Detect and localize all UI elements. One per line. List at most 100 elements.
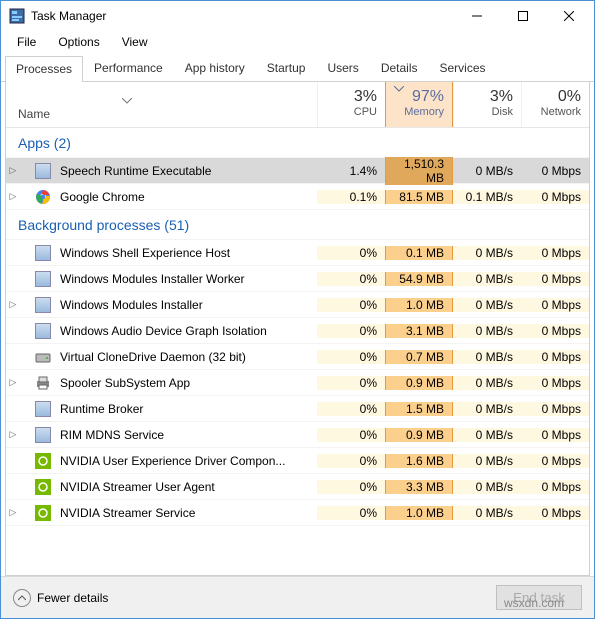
minimize-button[interactable]	[454, 1, 500, 31]
process-name: Windows Shell Experience Host	[58, 246, 317, 260]
memory-cell: 0.9 MB	[385, 428, 453, 442]
tab-app-history[interactable]: App history	[174, 55, 256, 81]
memory-cell: 3.1 MB	[385, 324, 453, 338]
cpu-cell: 0%	[317, 272, 385, 286]
cpu-cell: 0%	[317, 402, 385, 416]
disk-cell: 0 MB/s	[453, 428, 521, 442]
group-title: Background processes (51)	[6, 217, 317, 233]
expand-toggle[interactable]: ▷	[6, 191, 20, 202]
process-name: Runtime Broker	[58, 402, 317, 416]
network-cell: 0 Mbps	[521, 376, 589, 390]
tab-users[interactable]: Users	[316, 55, 369, 81]
column-disk[interactable]: 3% Disk	[453, 82, 521, 127]
disk-cell: 0 MB/s	[453, 480, 521, 494]
cpu-cell: 0%	[317, 350, 385, 364]
tab-startup[interactable]: Startup	[256, 55, 317, 81]
table-row[interactable]: Windows Shell Experience Host0%0.1 MB0 M…	[6, 240, 589, 266]
group-title: Apps (2)	[6, 135, 317, 151]
table-row[interactable]: Windows Modules Installer Worker0%54.9 M…	[6, 266, 589, 292]
process-name: Google Chrome	[58, 190, 317, 204]
app-icon	[34, 271, 52, 287]
cpu-cell: 0.1%	[317, 190, 385, 204]
process-name: NVIDIA Streamer Service	[58, 506, 317, 520]
titlebar[interactable]: Task Manager	[1, 1, 594, 31]
process-name: RIM MDNS Service	[58, 428, 317, 442]
network-cell: 0 Mbps	[521, 506, 589, 520]
task-manager-icon	[9, 8, 25, 24]
nvidia-icon	[34, 479, 52, 495]
memory-cell: 1.5 MB	[385, 402, 453, 416]
menu-options[interactable]: Options	[48, 33, 109, 51]
memory-cell: 0.7 MB	[385, 350, 453, 364]
disk-cell: 0 MB/s	[453, 402, 521, 416]
network-cell: 0 Mbps	[521, 324, 589, 338]
expand-toggle[interactable]: ▷	[6, 377, 20, 388]
memory-cell: 54.9 MB	[385, 272, 453, 286]
cpu-cell: 0%	[317, 506, 385, 520]
table-row[interactable]: Windows Audio Device Graph Isolation0%3.…	[6, 318, 589, 344]
memory-cell: 1.0 MB	[385, 298, 453, 312]
nvidia-icon	[34, 453, 52, 469]
tab-services[interactable]: Services	[429, 55, 497, 81]
memory-cell: 0.9 MB	[385, 376, 453, 390]
table-row[interactable]: NVIDIA Streamer User Agent0%3.3 MB0 MB/s…	[6, 474, 589, 500]
disk-cell: 0 MB/s	[453, 298, 521, 312]
cpu-cell: 0%	[317, 324, 385, 338]
column-memory[interactable]: 97% Memory	[385, 82, 453, 127]
fewer-details-button[interactable]: Fewer details	[13, 589, 108, 607]
disk-cell: 0 MB/s	[453, 506, 521, 520]
close-button[interactable]	[546, 1, 592, 31]
disk-cell: 0 MB/s	[453, 376, 521, 390]
table-row[interactable]: Runtime Broker0%1.5 MB0 MB/s0 Mbps	[6, 396, 589, 422]
tab-performance[interactable]: Performance	[83, 55, 174, 81]
group-header: Background processes (51)	[6, 210, 589, 240]
disk-cell: 0 MB/s	[453, 454, 521, 468]
expand-toggle[interactable]: ▷	[6, 165, 20, 176]
column-name[interactable]: Name	[6, 82, 317, 127]
table-row[interactable]: ▷Google Chrome0.1%81.5 MB0.1 MB/s0 Mbps	[6, 184, 589, 210]
chevron-up-icon	[13, 589, 31, 607]
app-icon	[34, 323, 52, 339]
disk-cell: 0 MB/s	[453, 350, 521, 364]
watermark: wsxdn.com	[504, 596, 564, 610]
table-row[interactable]: ▷Speech Runtime Executable1.4%1,510.3 MB…	[6, 158, 589, 184]
process-name: Speech Runtime Executable	[58, 164, 317, 178]
network-cell: 0 Mbps	[521, 298, 589, 312]
menu-view[interactable]: View	[112, 33, 158, 51]
memory-cell: 1.6 MB	[385, 454, 453, 468]
table-row[interactable]: ▷ NVIDIA Streamer Service0%1.0 MB0 MB/s0 …	[6, 500, 589, 526]
menu-file[interactable]: File	[7, 33, 46, 51]
expand-toggle[interactable]: ▷	[6, 507, 20, 518]
disk-cell: 0 MB/s	[453, 324, 521, 338]
tab-details[interactable]: Details	[370, 55, 429, 81]
table-row[interactable]: ▷ RIM MDNS Service0%0.9 MB0 MB/s0 Mbps	[6, 422, 589, 448]
cpu-cell: 0%	[317, 298, 385, 312]
memory-cell: 1.0 MB	[385, 506, 453, 520]
table-row[interactable]: ▷ Windows Modules Installer0%1.0 MB0 MB/s…	[6, 292, 589, 318]
process-list[interactable]: Apps (2)▷Speech Runtime Executable1.4%1,…	[6, 128, 589, 575]
expand-toggle[interactable]: ▷	[6, 429, 20, 440]
cpu-cell: 0%	[317, 428, 385, 442]
chrome-icon	[34, 189, 52, 205]
network-cell: 0 Mbps	[521, 428, 589, 442]
expand-toggle[interactable]: ▷	[6, 299, 20, 310]
process-name: Windows Modules Installer	[58, 298, 317, 312]
disk-cell: 0 MB/s	[453, 164, 521, 178]
app-icon	[34, 245, 52, 261]
column-network[interactable]: 0% Network	[521, 82, 589, 127]
disk-cell: 0 MB/s	[453, 246, 521, 260]
process-name: Virtual CloneDrive Daemon (32 bit)	[58, 350, 317, 364]
cpu-cell: 0%	[317, 480, 385, 494]
table-row[interactable]: ▷Spooler SubSystem App0%0.9 MB0 MB/s0 Mb…	[6, 370, 589, 396]
app-icon	[34, 401, 52, 417]
cpu-cell: 1.4%	[317, 164, 385, 178]
cpu-cell: 0%	[317, 454, 385, 468]
tab-processes[interactable]: Processes	[5, 56, 83, 82]
maximize-button[interactable]	[500, 1, 546, 31]
network-cell: 0 Mbps	[521, 350, 589, 364]
table-row[interactable]: Virtual CloneDrive Daemon (32 bit)0%0.7 …	[6, 344, 589, 370]
column-cpu[interactable]: 3% CPU	[317, 82, 385, 127]
menubar: File Options View	[1, 31, 594, 53]
table-row[interactable]: NVIDIA User Experience Driver Compon...0…	[6, 448, 589, 474]
tab-bar: Processes Performance App history Startu…	[1, 55, 594, 82]
